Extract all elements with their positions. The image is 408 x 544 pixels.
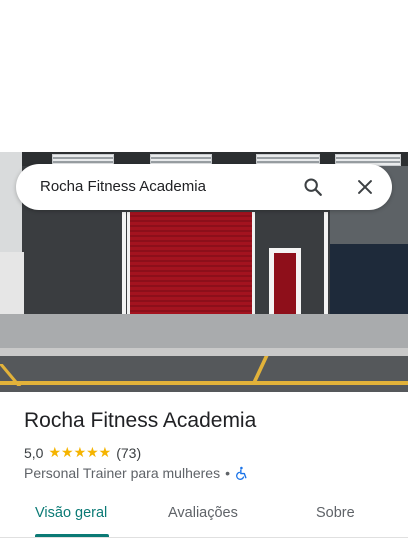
tab-reviews[interactable]: Avaliações: [168, 505, 238, 521]
photo-red-shutter: [127, 212, 255, 318]
place-title: Rocha Fitness Academia: [24, 409, 257, 432]
photo-road-line: [0, 381, 408, 385]
close-icon[interactable]: [354, 176, 376, 198]
photo-pillar: [324, 212, 328, 322]
tabs-divider: [0, 537, 408, 538]
tab-about[interactable]: Sobre: [316, 505, 355, 521]
place-tabs: Visão geral Avaliações Sobre: [0, 494, 408, 538]
place-category: Personal Trainer para mulheres: [24, 465, 221, 481]
photo-street: [0, 356, 408, 392]
photo-door: [274, 253, 296, 320]
wheelchair-icon: [235, 466, 249, 480]
tab-overview[interactable]: Visão geral: [35, 505, 107, 521]
photo-navy-wall: [330, 244, 408, 320]
review-count[interactable]: (73): [116, 445, 141, 461]
photo-curb: [0, 348, 408, 356]
category-row: Personal Trainer para mulheres •: [24, 465, 249, 481]
search-bar[interactable]: Rocha Fitness Academia: [16, 164, 392, 210]
photo-pillar: [122, 212, 126, 322]
search-input[interactable]: Rocha Fitness Academia: [40, 178, 206, 195]
separator-dot: •: [225, 465, 231, 481]
rating-row[interactable]: 5,0 ★★★★★ (73): [24, 444, 141, 461]
search-icon[interactable]: [302, 176, 324, 198]
star-rating-icon: ★★★★★: [48, 444, 112, 460]
rating-value: 5,0: [24, 444, 44, 461]
